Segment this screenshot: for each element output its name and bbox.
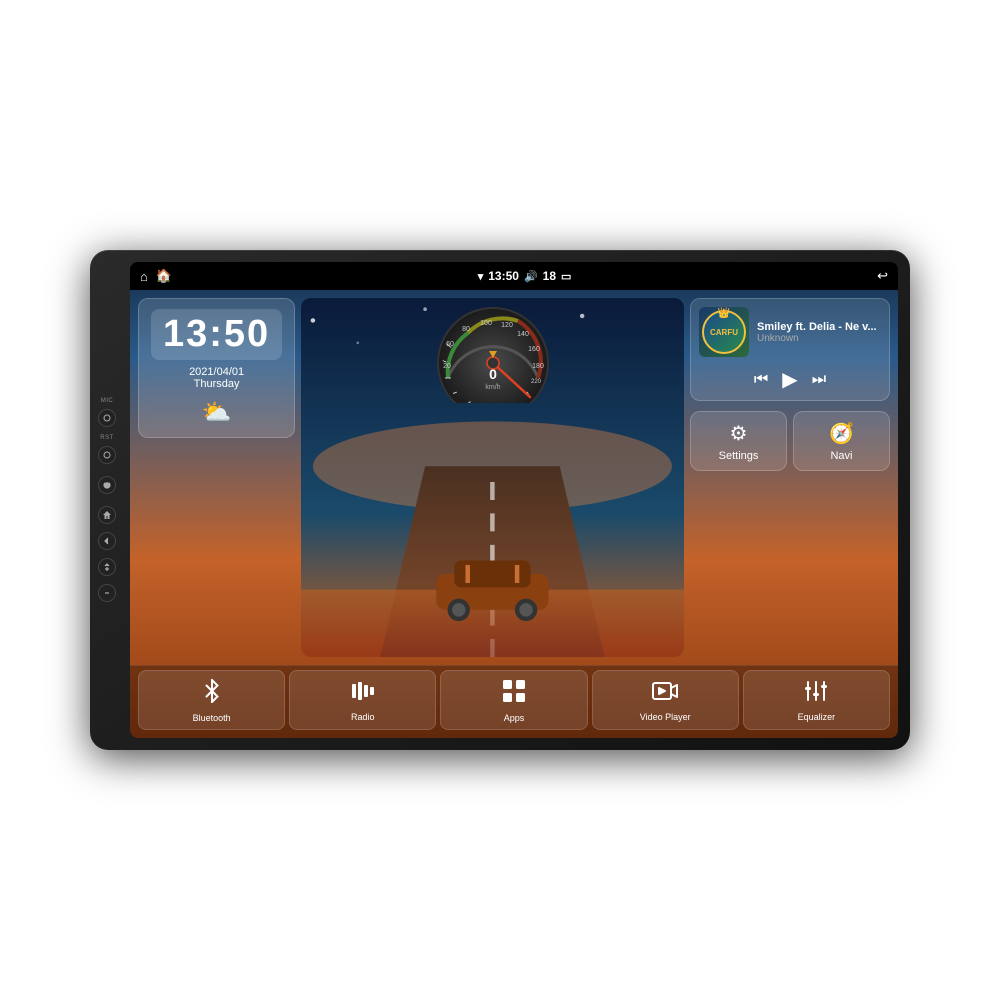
volume-value: 18 [543,269,556,283]
svg-text:180: 180 [532,363,544,370]
battery-icon: ▭ [561,270,571,283]
vol-down-button[interactable] [98,584,116,602]
mic-button[interactable] [98,409,116,427]
svg-text:km/h: km/h [485,384,500,391]
radio-icon [351,680,375,708]
speedometer-widget: 20 60 80 100 120 140 160 180 220 [301,298,684,657]
video-player-button[interactable]: Video Player [592,670,739,730]
video-icon [652,680,678,708]
home-button[interactable] [98,506,116,524]
settings-label: Settings [719,450,759,462]
navi-label: Navi [830,450,852,462]
apps-row: Bluetooth Radio [130,665,898,738]
album-art: CARFU 👑 [699,307,749,357]
svg-text:220: 220 [531,379,542,385]
svg-text:0: 0 [489,366,497,382]
home-status-icon[interactable]: ⌂ [140,269,148,284]
radio-button[interactable]: Radio [289,670,436,730]
svg-text:160: 160 [528,346,540,353]
weather-icon: ⛅ [202,398,232,427]
clock-day: Thursday [194,378,240,390]
video-label: Video Player [640,712,691,722]
back-status-icon[interactable]: ↩ [877,268,888,284]
house-status-icon[interactable]: 🏠 [156,268,172,284]
settings-icon: ⚙ [730,421,748,446]
bluetooth-icon [200,679,224,709]
rst-button[interactable] [98,446,116,464]
svg-text:60: 60 [446,341,454,348]
clock-time: 13:50 [151,309,282,360]
clock-widget: 13:50 2021/04/01 Thursday ⛅ [138,298,295,438]
back-button[interactable] [98,532,116,550]
vol-up-button[interactable] [98,558,116,576]
svg-text:80: 80 [462,326,470,333]
mic-label: MIC [101,398,114,404]
bluetooth-button[interactable]: Bluetooth [138,670,285,730]
play-button[interactable]: ▶ [782,367,797,392]
radio-label: Radio [351,712,375,722]
car-head-unit: MIC RST [90,250,910,750]
power-button[interactable] [98,476,116,494]
rst-label: RST [100,435,114,441]
music-artist: Unknown [757,333,881,344]
next-button[interactable]: ⏭ [812,371,826,389]
apps-icon [502,679,526,709]
equalizer-button[interactable]: Equalizer [743,670,890,730]
screen: ⌂ 🏠 ▾ 13:50 🔊 18 ▭ ↩ 13:50 20 [130,262,898,738]
status-bar: ⌂ 🏠 ▾ 13:50 🔊 18 ▭ ↩ [130,262,898,290]
navi-icon: 🧭 [829,421,854,446]
equalizer-icon [804,680,828,708]
music-title: Smiley ft. Delia - Ne v... [757,321,881,333]
bluetooth-label: Bluetooth [193,713,231,723]
crown-icon: 👑 [718,308,730,319]
svg-text:20: 20 [443,363,451,370]
settings-navi-row: ⚙ Settings 🧭 Navi [690,411,890,471]
speedometer-gauge: 20 60 80 100 120 140 160 180 220 [428,303,558,403]
svg-text:140: 140 [517,331,529,338]
side-buttons: MIC RST [98,398,116,602]
music-widget: CARFU 👑 Smiley ft. Delia - Ne v... Unkno… [690,298,890,401]
equalizer-label: Equalizer [798,712,836,722]
svg-text:120: 120 [501,322,513,329]
wifi-icon: ▾ [478,270,484,283]
status-time: 13:50 [488,269,519,283]
navi-widget[interactable]: 🧭 Navi [793,411,890,471]
main-content: 13:50 2021/04/01 Thursday ⛅ [130,290,898,738]
prev-button[interactable]: ⏮ [754,371,768,389]
apps-button[interactable]: Apps [440,670,587,730]
settings-widget[interactable]: ⚙ Settings [690,411,787,471]
apps-label: Apps [504,713,525,723]
clock-date: 2021/04/01 [189,366,244,378]
svg-text:100: 100 [480,320,492,327]
volume-icon: 🔊 [524,270,538,283]
